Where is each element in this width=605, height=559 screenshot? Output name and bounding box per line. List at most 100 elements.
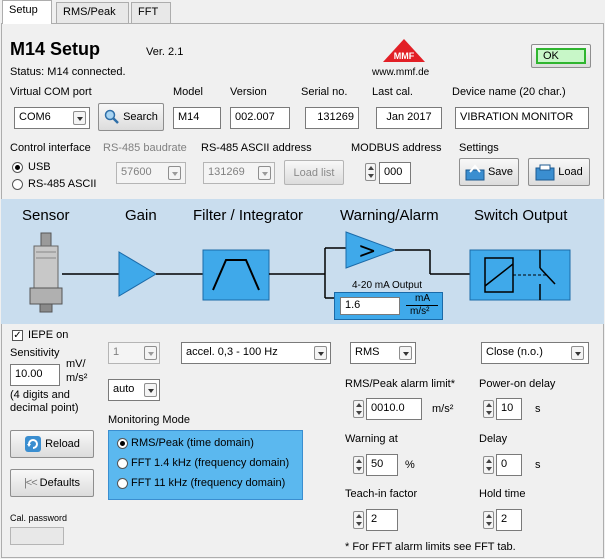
device-name-input[interactable]: VIBRATION MONITOR [455,107,589,129]
filter-value: accel. 0,3 - 100 Hz [186,346,278,358]
version-field-label: Version [230,86,267,98]
power-on-unit: s [535,403,541,415]
mmf-logo: MMF [383,39,425,62]
cal-password-input[interactable] [10,527,64,545]
modbus-address-input[interactable]: 000 [379,162,411,184]
iepe-checkbox[interactable]: ✓ [12,330,23,341]
chevron-down-icon[interactable] [314,346,327,360]
teach-in-label: Teach-in factor [345,488,418,500]
chevron-down-icon[interactable] [258,166,271,180]
warning-input[interactable]: 50 [366,454,398,476]
device-name-label: Device name (20 char.) [452,86,566,98]
delay-unit: s [535,459,541,471]
baudrate-label: RS-485 baudrate [103,142,187,154]
ascii-address-label: RS-485 ASCII address [201,142,312,154]
output-value: 1.6 [345,299,361,311]
svg-text:MMF: MMF [394,51,415,61]
reload-button[interactable]: Reload [10,430,94,458]
load-button[interactable]: Load [528,158,590,186]
auto-value: auto [113,383,135,395]
chevron-down-icon[interactable] [144,383,157,397]
website-label: www.mmf.de [372,67,430,78]
cal-password-label: Cal. password [10,513,68,523]
output-unit-bottom: m/s² [410,306,430,317]
modbus-spinner[interactable] [365,163,376,181]
mode-radio-rms[interactable] [117,438,128,449]
search-button[interactable]: Search [98,103,164,131]
load-list-button[interactable]: Load list [284,160,344,185]
sensitivity-input[interactable]: 10.00 [10,364,60,386]
tab-setup[interactable]: Setup [2,0,52,24]
filter-icon [202,249,270,301]
hold-time-spinner[interactable] [483,511,494,529]
chevron-down-icon[interactable] [168,166,181,180]
warning-unit: % [405,459,415,471]
delay-label: Delay [479,433,508,445]
delay-input[interactable]: 0 [496,454,522,476]
baudrate-value: 57600 [121,166,152,178]
sensitivity-note-1: (4 digits and [10,389,70,401]
version-field: 002.007 [230,107,290,129]
sensitivity-note-2: decimal point) [10,402,79,414]
tab-fft[interactable]: FFT [131,2,171,23]
save-icon [465,164,485,181]
usb-radio[interactable] [12,162,23,173]
serial-value: 131269 [317,111,354,123]
ok-button-label: OK [536,48,586,64]
chevron-down-icon[interactable] [399,346,412,360]
rs485-radio[interactable] [12,179,23,190]
warning-spinner[interactable] [353,456,364,474]
warning-header: Warning/Alarm [340,207,439,224]
tab-rms-peak[interactable]: RMS/Peak [56,2,129,23]
ok-button[interactable]: OK [531,44,591,68]
teach-in-input[interactable]: 2 [366,509,398,531]
svg-text:>: > [358,239,376,264]
alarm-limit-unit: m/s² [432,403,454,415]
ascii-address-value: 131269 [208,166,245,178]
sensitivity-unit-top: mV/ [66,358,86,370]
iepe-label: IEPE on [28,329,69,341]
alarm-limit-input[interactable]: 0010.0 [366,398,422,420]
teach-in-spinner[interactable] [353,511,364,529]
filter-header: Filter / Integrator [193,207,304,224]
modbus-address-label: MODBUS address [351,142,442,154]
power-on-value: 10 [501,402,514,414]
load-label: Load [558,166,583,178]
diagram-graphics: > [29,231,571,313]
sensor-header: Sensor [22,207,70,224]
chevron-down-icon[interactable] [73,111,86,125]
status-text: Status: M14 connected. [10,66,126,78]
model-value: M14 [178,111,200,123]
defaults-button[interactable]: |<< Defaults [10,469,94,497]
rs485-label: RS-485 ASCII [28,178,97,190]
last-cal-label: Last cal. [372,86,413,98]
usb-label: USB [28,161,51,173]
mode-radio-fft14[interactable] [117,458,128,469]
save-button[interactable]: Save [459,158,519,186]
version-value: 002.007 [235,111,275,123]
output-value-field: 1.6 [340,297,400,315]
settings-label: Settings [459,142,499,154]
last-cal-value: Jan 2017 [386,111,432,123]
mode-radio-fft11[interactable] [117,478,128,489]
version-label: Ver. 2.1 [146,46,184,58]
chevron-down-icon[interactable] [144,346,157,360]
power-on-spinner[interactable] [483,400,494,418]
filter-select[interactable]: accel. 0,3 - 100 Hz [181,342,331,364]
chevron-down-icon[interactable] [571,346,584,360]
page-title: M14 Setup [10,39,101,59]
power-on-input[interactable]: 10 [496,398,522,420]
sensitivity-value: 10.00 [15,368,43,380]
alarm-limit-spinner[interactable] [353,400,364,418]
reload-icon [25,436,42,452]
alarm-limit-label: RMS/Peak alarm limit* [345,378,456,390]
hold-time-input[interactable]: 2 [496,509,522,531]
fft-footnote: * For FFT alarm limits see FFT tab. [345,541,516,553]
switch-header: Switch Output [474,207,568,224]
alarm-mode-value: RMS [355,346,380,358]
search-label: Search [123,111,158,123]
mode-label-fft11: FFT 11 kHz (frequency domain) [131,477,286,489]
warning-at-label: Warning at [345,433,398,445]
delay-spinner[interactable] [483,456,494,474]
gain-header: Gain [125,207,157,224]
